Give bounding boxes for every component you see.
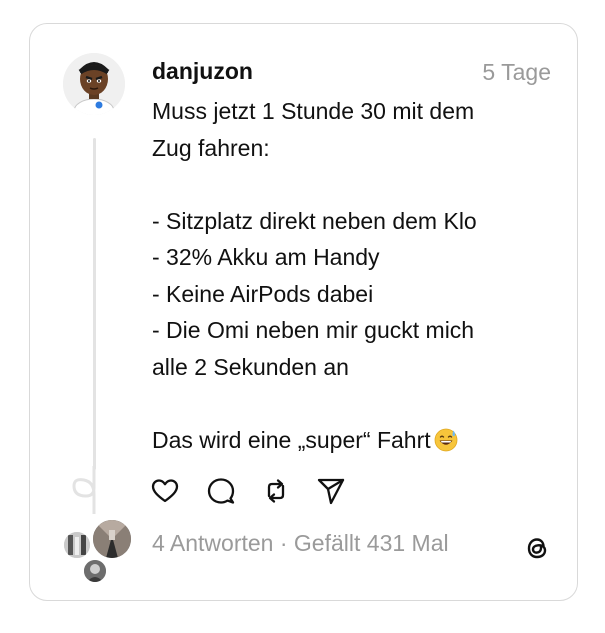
- post-line: [152, 166, 562, 203]
- post-line: - Keine AirPods dabei: [152, 280, 374, 307]
- reply-avatar: [91, 518, 133, 560]
- reply-avatar: [82, 558, 108, 584]
- replies-likes-count[interactable]: 4 Antworten · Gefällt 431 Mal: [152, 530, 449, 557]
- thread-line: [93, 138, 96, 470]
- comment-icon[interactable]: [206, 476, 236, 506]
- thread-curl-icon: [72, 466, 96, 514]
- post-line: - Die Omi neben mir guckt mich: [152, 317, 475, 343]
- grinning-face-with-sweat-icon: [434, 428, 458, 451]
- post-line: - Sitzplatz direkt neben dem Klo: [152, 207, 477, 234]
- avatar-illustration: [63, 53, 125, 115]
- repost-icon[interactable]: [261, 476, 291, 506]
- reply-avatar-image: [93, 520, 131, 558]
- reply-avatar-image: [64, 532, 90, 558]
- share-icon[interactable]: [316, 476, 346, 506]
- post-line-last: Das wird eine „super“ Fahrt: [152, 422, 562, 459]
- post-body: Muss jetzt 1 Stunde 30 mit dem Zug fahre…: [152, 93, 562, 458]
- reply-avatar-image: [84, 560, 106, 582]
- threads-logo-icon[interactable]: [522, 533, 552, 563]
- post-line: [152, 385, 562, 422]
- post-line: Muss jetzt 1 Stunde 30 mit dem: [152, 98, 475, 124]
- post-line: - 32% Akku am Handy: [152, 244, 380, 270]
- post-timestamp[interactable]: 5 Tage: [482, 59, 551, 86]
- post-line: Zug fahren:: [152, 134, 270, 161]
- like-icon[interactable]: [150, 476, 180, 506]
- username[interactable]: danjuzon: [152, 58, 253, 85]
- post-line: alle 2 Sekunden an: [152, 353, 349, 380]
- reply-avatar: [62, 530, 92, 560]
- user-avatar[interactable]: [63, 53, 125, 115]
- reply-avatars[interactable]: [58, 518, 133, 584]
- post-line-text: Das wird eine „super“ Fahrt: [152, 426, 431, 453]
